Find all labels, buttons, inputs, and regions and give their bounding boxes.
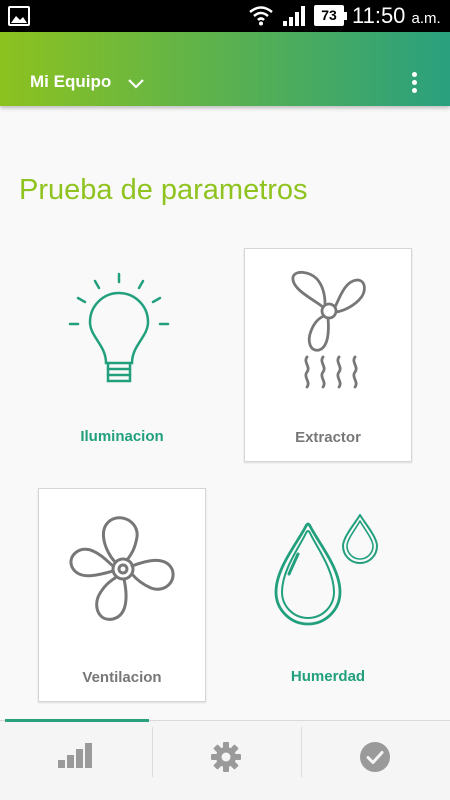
tile-label: Ventilacion [82, 669, 162, 686]
tab-confirm[interactable] [302, 721, 450, 800]
more-options-icon[interactable] [412, 72, 418, 94]
tab-settings[interactable] [153, 721, 301, 800]
tile-humerdad[interactable]: Humerdad [244, 488, 412, 702]
humidity-drops-icon [274, 514, 378, 626]
clock-ampm: a.m. [411, 10, 441, 27]
status-bar: 73 11:50 a.m. [0, 0, 450, 32]
bottom-navigation [0, 719, 450, 800]
tile-label: Extractor [295, 429, 361, 446]
extractor-fan-icon [291, 270, 366, 389]
tile-label: Iluminacion [80, 428, 164, 445]
tab-signal[interactable] [0, 721, 152, 800]
tile-extractor[interactable]: Extractor [244, 248, 412, 462]
equipment-selector-title[interactable]: Mi Equipo [30, 72, 111, 92]
page-title: Prueba de parametros [19, 174, 308, 206]
wifi-icon [249, 6, 273, 26]
battery-icon: 73 [314, 5, 347, 26]
tile-iluminacion[interactable]: Iluminacion [38, 248, 206, 462]
gallery-notification-icon [8, 6, 30, 26]
clock-time: 11:50 [352, 3, 406, 28]
tile-label: Humerdad [290, 668, 366, 685]
clock: 11:50 a.m. [352, 3, 441, 29]
signal-bars-icon [58, 743, 92, 768]
cell-signal-icon [283, 6, 305, 26]
app-bar: Mi Equipo [0, 32, 450, 106]
tile-ventilacion[interactable]: Ventilacion [38, 488, 206, 702]
gear-icon [211, 742, 241, 772]
fan-icon [69, 516, 175, 621]
chevron-down-icon[interactable] [127, 78, 145, 90]
check-circle-icon [360, 742, 390, 772]
lightbulb-icon [68, 272, 170, 383]
